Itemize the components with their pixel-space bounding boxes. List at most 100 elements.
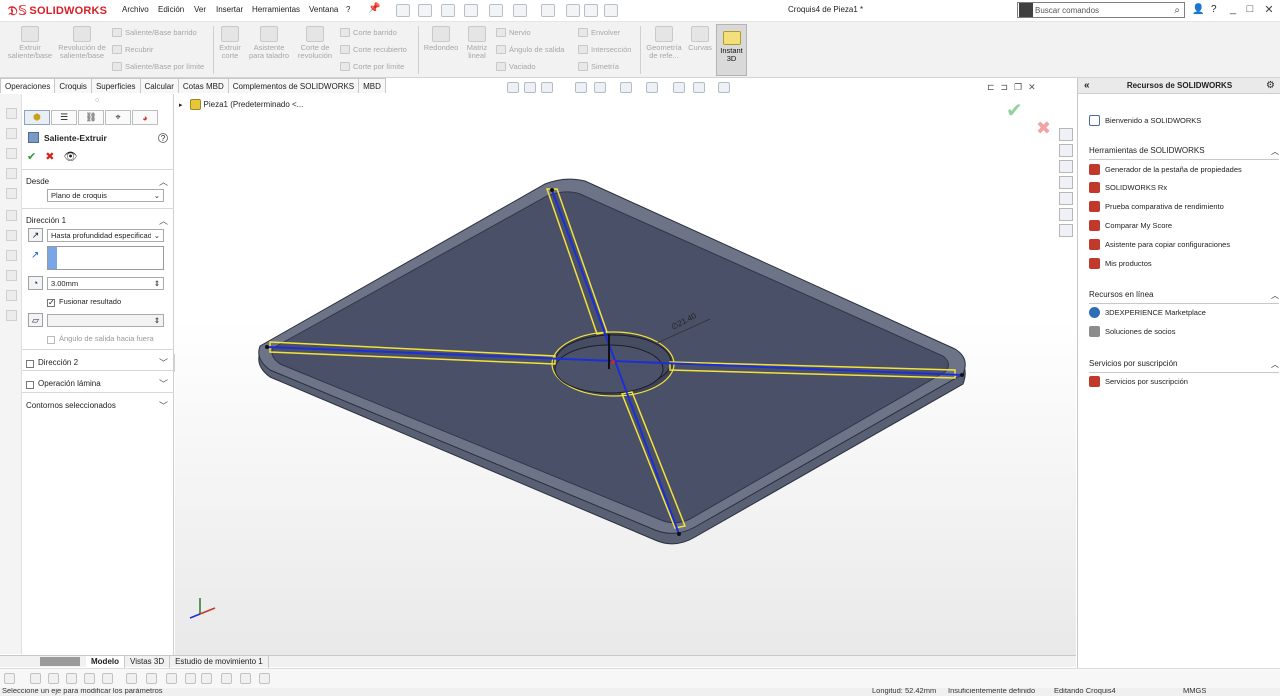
extruir-saliente-button[interactable]: Extruir saliente/base (5, 26, 55, 60)
view-palette-icon[interactable] (1059, 176, 1073, 189)
viewport-next-icon[interactable]: ⊐ (1001, 82, 1009, 93)
forum-icon[interactable] (1059, 224, 1073, 237)
limite-button[interactable]: Saliente/Base por límite (112, 62, 204, 71)
draft-outward-option[interactable]: Ángulo de salida hacia fuera (47, 334, 154, 344)
tool-link[interactable]: Prueba comparativa de rendimiento (1089, 201, 1224, 212)
minimize-button[interactable]: _ (1225, 3, 1241, 17)
save-icon[interactable] (464, 4, 478, 17)
sketch-tool-icon[interactable] (4, 673, 15, 684)
spinner-icon[interactable]: ⇕ (154, 316, 160, 325)
corte-revolucion-button[interactable]: Corte de revolución (294, 26, 336, 60)
tab-operaciones[interactable]: Operaciones (0, 78, 56, 93)
nervio-button[interactable]: Nervio (496, 28, 531, 37)
fillet-tool-icon[interactable] (166, 673, 177, 684)
direction-selection-box[interactable] (47, 246, 164, 270)
corte-recubierto-button[interactable]: Corte recubierto (340, 45, 407, 54)
collapse-chevron-icon[interactable]: ︿ (1271, 290, 1279, 301)
recubrir-button[interactable]: Recubrir (112, 45, 153, 54)
geometria-referencia-button[interactable]: Geometría de refe... (644, 26, 684, 60)
help-icon[interactable]: ? (1211, 4, 1217, 15)
tab-complementos[interactable]: Complementos de SOLIDWORKS (227, 78, 360, 93)
file-properties-icon[interactable] (584, 4, 598, 17)
appearance-tab-icon[interactable]: ◕ (132, 110, 158, 125)
direccion1-section-header[interactable]: Dirección 1 ︿ (26, 214, 168, 227)
selected-contours-section-header[interactable]: Contornos seleccionados ﹀ (26, 399, 168, 412)
tab-superficies[interactable]: Superficies (90, 78, 141, 93)
model-viewport[interactable]: ∅21.40 (175, 94, 1076, 656)
origin-point[interactable] (611, 360, 615, 364)
sketch-endpoint[interactable] (265, 345, 269, 349)
collapse-chevron-icon[interactable]: ︿ (159, 214, 168, 227)
draft-angle-input[interactable]: ⇕ (47, 314, 164, 327)
viewport-close-icon[interactable]: ✕ (1028, 82, 1036, 93)
open-icon[interactable] (441, 4, 455, 17)
draft-outward-checkbox[interactable] (47, 335, 55, 344)
search-scope-icon[interactable] (1019, 3, 1033, 17)
collapse-pane-icon[interactable]: « (1084, 80, 1090, 91)
view-settings-icon[interactable] (718, 82, 730, 93)
rectangle-tool-icon[interactable] (6, 128, 17, 139)
previous-view-icon[interactable] (541, 82, 553, 93)
tool-link[interactable]: Asistente para copiar configuraciones (1089, 239, 1230, 250)
tool-link[interactable]: Generador de la pestaña de propiedades (1089, 164, 1242, 175)
mirror-tool-icon[interactable] (221, 673, 232, 684)
tab-croquis[interactable]: Croquis (54, 78, 92, 93)
design-library-icon[interactable] (1059, 144, 1073, 157)
angulo-salida-button[interactable]: Ángulo de salida (496, 45, 564, 54)
panel-grip-icon[interactable]: ○ (95, 97, 99, 104)
spinner-icon[interactable]: ⇕ (154, 279, 160, 288)
sketch-endpoint[interactable] (550, 188, 554, 192)
line-tool-icon[interactable] (6, 108, 17, 119)
menu-herramientas[interactable]: Herramientas (252, 5, 300, 14)
spline-tool-icon[interactable] (126, 673, 137, 684)
extruir-corte-button[interactable]: Extruir corte (216, 26, 244, 60)
menu-archivo[interactable]: Archivo (122, 5, 149, 14)
expand-chevron-icon[interactable]: ﹀ (159, 356, 168, 369)
corte-limite-button[interactable]: Corte por límite (340, 62, 404, 71)
tab-estudio-movimiento[interactable]: Estudio de movimiento 1 (170, 655, 269, 668)
sketch-endpoint[interactable] (960, 373, 964, 377)
barrido-button[interactable]: Saliente/Base barrido (112, 28, 197, 37)
user-icon[interactable]: 👤 (1192, 4, 1204, 15)
draft-angle-icon[interactable]: ▱ (28, 313, 43, 327)
configuration-manager-tab-icon[interactable]: ⛓ (78, 110, 104, 125)
expand-chevron-icon[interactable]: ﹀ (159, 399, 168, 412)
asistente-taladro-button[interactable]: Asistente para taladro (246, 26, 292, 60)
revolucion-button[interactable]: Revolución de saliente/base (56, 26, 108, 60)
view-orientation-icon[interactable] (620, 82, 632, 93)
help-question-icon[interactable]: ? (158, 132, 168, 143)
reverse-direction-icon[interactable]: ↗ (28, 228, 43, 242)
solidworks-logo[interactable]: 𝔇𝕊 SOLIDWORKS (8, 3, 107, 19)
dimxpert-tab-icon[interactable]: ⌖ (105, 110, 131, 125)
print-icon[interactable] (489, 4, 503, 17)
trim-tool-icon[interactable] (6, 210, 17, 221)
vaciado-button[interactable]: Vaciado (496, 62, 536, 71)
home-icon[interactable] (396, 4, 410, 17)
collapse-chevron-icon[interactable]: ︿ (1271, 146, 1279, 157)
options-gear-icon[interactable] (604, 4, 618, 17)
depth-input[interactable]: 3.00mm ⇕ (47, 277, 164, 290)
expand-chevron-icon[interactable]: ﹀ (159, 377, 168, 390)
interseccion-button[interactable]: Intersección (578, 45, 631, 54)
desde-section-header[interactable]: Desde ︿ (26, 175, 168, 188)
direccion2-section-header[interactable]: Dirección 2 ﹀ (26, 356, 168, 369)
restore-button[interactable]: □ (1242, 3, 1258, 17)
online-link[interactable]: 3DEXPERIENCE Marketplace (1089, 307, 1206, 318)
direccion2-checkbox[interactable] (26, 359, 34, 368)
spline-tool-icon[interactable] (6, 188, 17, 199)
tool-link[interactable]: SOLIDWORKS Rx (1089, 182, 1167, 193)
tab-mbd[interactable]: MBD (358, 78, 386, 93)
offset-tool-icon[interactable] (185, 673, 196, 684)
custom-properties-icon[interactable] (1059, 208, 1073, 221)
relations-tool-icon[interactable] (259, 673, 270, 684)
convert-tool-icon[interactable] (6, 230, 17, 241)
menu-insertar[interactable]: Insertar (216, 5, 243, 14)
ellipse-tool-icon[interactable] (66, 673, 77, 684)
collapse-chevron-icon[interactable]: ︿ (1271, 359, 1279, 370)
corte-barrido-button[interactable]: Corte barrido (340, 28, 397, 37)
mirror-sketch-icon[interactable] (6, 270, 17, 281)
edit-appearance-icon[interactable] (693, 82, 705, 93)
appearances-icon[interactable] (1059, 192, 1073, 205)
pin-icon[interactable]: 📌 (368, 3, 380, 14)
tab-scroll-controls[interactable] (40, 657, 80, 666)
